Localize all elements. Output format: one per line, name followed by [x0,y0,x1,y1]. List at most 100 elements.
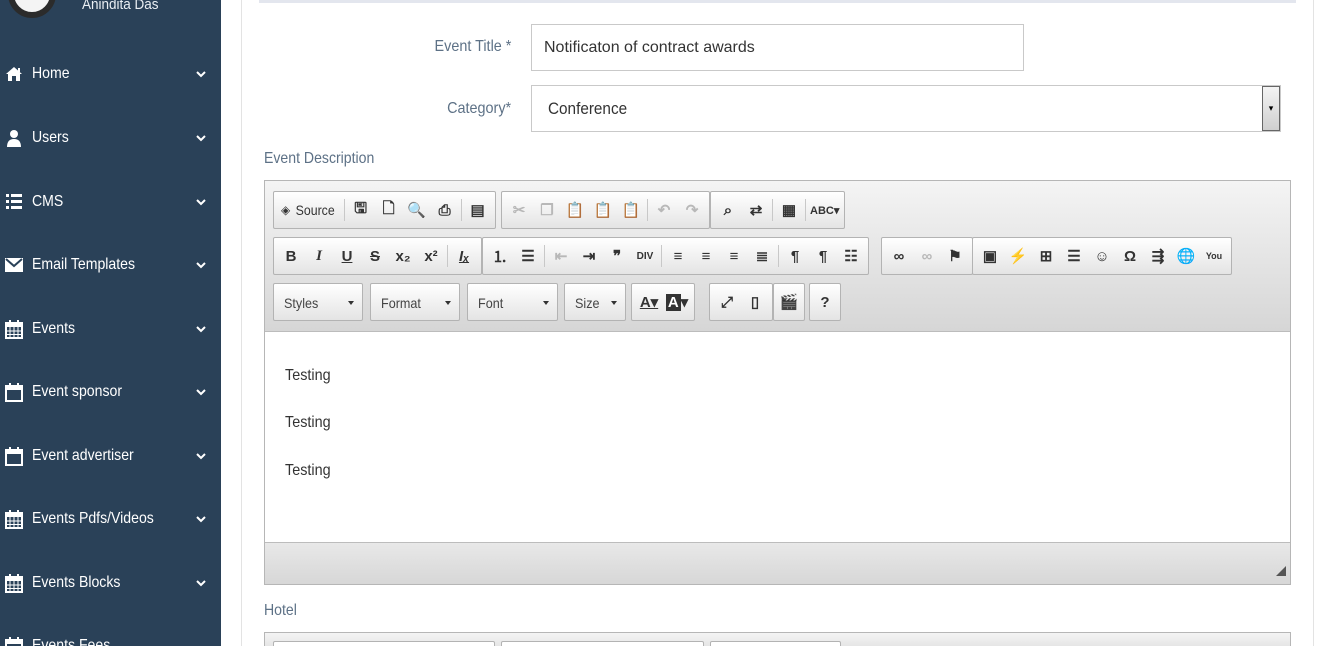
undo-icon[interactable]: ↶ [650,196,678,224]
image-icon[interactable]: ▣ [976,242,1004,270]
help-button[interactable]: ? [811,288,839,316]
spellcheck-icon[interactable]: ABC▾ [808,196,841,224]
find-icon[interactable]: ⌕ [714,196,742,224]
rich-text-editor: ◈ Source 🖫 🗋 🔍 ⎙ ▤ ✂ ❐ 📋 📋 📋 ↶ ↷ ⌕ ⇄ ▦ A… [264,180,1291,585]
ltr-icon[interactable]: ¶ [781,242,809,270]
unlink-icon[interactable]: ∞ [913,242,941,270]
toolbar-group [501,641,704,646]
paste-word-icon[interactable]: 📋 [617,196,645,224]
table-icon[interactable]: ⊞ [1032,242,1060,270]
iframe-icon[interactable]: 🌐 [1172,242,1200,270]
anchor-icon[interactable]: ⚑ [941,242,969,270]
toolbar-group-links: ∞ ∞ ⚑ [881,237,973,275]
toolbar-group-basicstyles: B I U S x₂ x² Iₓ [273,237,482,275]
remove-format-icon[interactable]: Iₓ [450,242,478,270]
editor-content-area[interactable]: Testing Testing Testing [265,333,1290,541]
sidebar-item-events[interactable]: Events [0,309,221,349]
sidebar-item-event-sponsor[interactable]: Event sponsor [0,372,221,412]
blockquote-icon[interactable]: ❞ [603,242,631,270]
subscript-icon[interactable]: x₂ [389,242,417,270]
category-label: Category* [446,100,511,117]
sidebar-item-events-pdfs-videos[interactable]: Events Pdfs/Videos [0,499,221,539]
sidebar-item-cms[interactable]: CMS [0,182,221,222]
text-color-icon[interactable]: A▾ [635,288,663,316]
outdent-icon[interactable]: ⇤ [547,242,575,270]
styles-dropdown[interactable]: Styles [273,283,363,321]
toolbar-group-media: 🎬 [773,283,805,321]
bulleted-list-icon[interactable]: ☰ [514,242,542,270]
sidebar-item-label: Users [32,129,69,146]
calendar-blank-icon [0,382,32,402]
paste-text-icon[interactable]: 📋 [589,196,617,224]
dropdown-arrow-icon[interactable]: ▾ [1262,86,1280,131]
justify-icon[interactable]: ≣ [748,242,776,270]
bg-color-icon[interactable]: A ▾ [663,288,691,316]
save-icon[interactable]: 🖫 [347,196,375,224]
templates-icon[interactable]: ▤ [464,196,492,224]
event-title-input[interactable] [531,24,1024,71]
sidebar-item-label: Email Templates [32,256,136,273]
preview-icon[interactable]: 🔍 [403,196,431,224]
chevron-down-icon [181,134,221,142]
resize-handle-icon[interactable] [1276,566,1286,576]
caret-down-icon [543,301,549,305]
underline-icon[interactable]: U [333,242,361,270]
source-button[interactable]: ◈ Source [277,196,342,224]
redo-icon[interactable]: ↷ [678,196,706,224]
sidebar-item-email-templates[interactable]: Email Templates [0,245,221,285]
align-center-icon[interactable]: ≡ [692,242,720,270]
size-label: Size [575,295,600,311]
maximize-icon[interactable]: ⤢ [713,288,741,316]
show-blocks-icon[interactable]: ▯ [741,288,769,316]
copy-icon[interactable]: ❐ [533,196,561,224]
user-name: Anindita Das [82,0,159,13]
envelope-icon [0,258,32,272]
create-div-icon[interactable]: DIV [631,242,659,270]
horizontal-rule-icon[interactable]: ☰ [1060,242,1088,270]
toolbar-group-tools: ⤢ ▯ [709,283,773,321]
replace-icon[interactable]: ⇄ [742,196,770,224]
avatar[interactable] [8,0,56,18]
chevron-down-icon [181,70,221,78]
new-page-icon[interactable]: 🗋 [375,196,403,224]
paste-icon[interactable]: 📋 [561,196,589,224]
youtube-icon[interactable]: You [1200,242,1228,270]
font-label: Font [478,295,504,311]
sidebar-item-event-advertiser[interactable]: Event advertiser [0,436,221,476]
sidebar: Anindita Das Home Users CMS Email Templa… [0,0,221,646]
toolbar-group [273,641,495,646]
numbered-list-icon[interactable]: ⒈ [486,242,514,270]
home-icon [0,66,32,82]
bold-icon[interactable]: B [277,242,305,270]
special-char-icon[interactable]: Ω [1116,242,1144,270]
chevron-down-icon [181,515,221,523]
italic-icon[interactable]: I [305,242,333,270]
chevron-down-icon [181,388,221,396]
cut-icon[interactable]: ✂ [505,196,533,224]
link-icon[interactable]: ∞ [885,242,913,270]
align-right-icon[interactable]: ≡ [720,242,748,270]
video-icon[interactable]: 🎬 [775,288,803,316]
chevron-down-icon [181,198,221,206]
sidebar-item-label: Events Pdfs/Videos [32,510,154,527]
sidebar-item-events-fees[interactable]: Events Fees [0,626,221,646]
format-dropdown[interactable]: Format [370,283,460,321]
rtl-icon[interactable]: ¶ [809,242,837,270]
language-icon[interactable]: ☷ [837,242,865,270]
smiley-icon[interactable]: ☺ [1088,242,1116,270]
flash-icon[interactable]: ⚡ [1004,242,1032,270]
indent-icon[interactable]: ⇥ [575,242,603,270]
font-dropdown[interactable]: Font [467,283,558,321]
page-break-icon[interactable]: ⇶ [1144,242,1172,270]
print-icon[interactable]: ⎙ [431,196,459,224]
strikethrough-icon[interactable]: S [361,242,389,270]
category-select[interactable]: Conference ▾ [531,85,1281,132]
toolbar-group-paragraph: ⒈ ☰ ⇤ ⇥ ❞ DIV ≡ ≡ ≡ ≣ ¶ ¶ ☷ [482,237,869,275]
sidebar-item-users[interactable]: Users [0,118,221,158]
superscript-icon[interactable]: x² [417,242,445,270]
size-dropdown[interactable]: Size [564,283,626,321]
select-all-icon[interactable]: ▦ [775,196,803,224]
sidebar-item-home[interactable]: Home [0,54,221,94]
sidebar-item-events-blocks[interactable]: Events Blocks [0,563,221,603]
align-left-icon[interactable]: ≡ [664,242,692,270]
